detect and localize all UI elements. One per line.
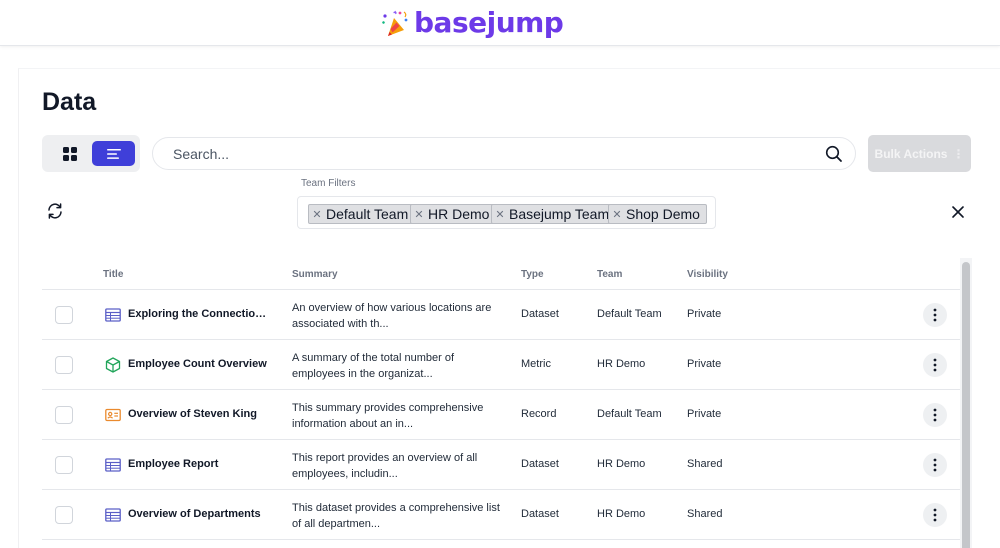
chip-label: HR Demo [428, 206, 490, 222]
team-filters-label: Team Filters [301, 178, 356, 189]
row-title[interactable]: Exploring the Connection... [128, 308, 270, 320]
more-vertical-icon: ⋮ [952, 146, 965, 161]
cube-icon [105, 357, 121, 373]
table-row[interactable]: Employee Report This report provides an … [42, 440, 960, 490]
refresh-icon [48, 203, 62, 219]
row-summary: This summary provides comprehensive info… [292, 402, 484, 430]
row-title[interactable]: Employee Count Overview [128, 358, 270, 370]
row-summary: A summary of the total number of employe… [292, 352, 455, 380]
brand-logo[interactable]: basejump [378, 5, 564, 41]
row-summary: This dataset provides a comprehensive li… [292, 502, 500, 530]
grid-view-button[interactable] [54, 144, 86, 164]
table-icon [105, 307, 121, 323]
table-row[interactable]: Overview of Departments This dataset pro… [42, 490, 960, 540]
team-filter-chip: ✕ Default Team [308, 204, 416, 224]
id-card-icon [105, 407, 121, 423]
team-filter-chip: ✕ Basejump Team [491, 204, 617, 224]
team-filter-chip: ✕ HR Demo [410, 204, 497, 224]
column-header-visibility[interactable]: Visibility [687, 269, 728, 280]
close-icon [952, 206, 964, 218]
view-toggle [42, 135, 140, 172]
row-visibility: Private [687, 358, 722, 370]
table-scrollbar[interactable] [960, 258, 972, 548]
chip-label: Default Team [326, 206, 409, 222]
team-filter-select[interactable]: ✕ Default Team ✕ HR Demo ✕ Basejump Team… [297, 196, 716, 229]
more-vertical-icon [933, 358, 937, 372]
row-team: Default Team [597, 308, 662, 320]
row-menu-button[interactable] [923, 353, 947, 377]
party-popper-icon [378, 8, 412, 38]
row-type: Record [521, 408, 557, 420]
brand-name: basejump [414, 6, 564, 39]
row-type: Metric [521, 358, 551, 370]
remove-chip-icon[interactable]: ✕ [609, 208, 625, 221]
top-bar: basejump [0, 0, 1000, 46]
bulk-actions-button[interactable]: Bulk Actions ⋮ [868, 135, 971, 172]
column-header-type[interactable]: Type [521, 269, 544, 280]
row-team: HR Demo [597, 508, 646, 520]
row-visibility: Shared [687, 458, 723, 470]
remove-chip-icon[interactable]: ✕ [309, 208, 325, 221]
table-icon [105, 457, 121, 473]
list-view-button[interactable] [92, 141, 135, 166]
more-vertical-icon [933, 458, 937, 472]
row-summary: This report provides an overview of all … [292, 452, 478, 480]
grid-icon [63, 147, 77, 161]
row-type: Dataset [521, 508, 559, 520]
scrollbar-thumb[interactable] [962, 262, 970, 548]
row-visibility: Private [687, 408, 722, 420]
chip-label: Shop Demo [626, 206, 700, 222]
row-team: HR Demo [597, 358, 646, 370]
row-summary: An overview of how various locations are… [292, 302, 492, 330]
row-type: Dataset [521, 308, 559, 320]
row-visibility: Shared [687, 508, 723, 520]
column-header-title[interactable]: Title [103, 269, 123, 280]
row-menu-button[interactable] [923, 403, 947, 427]
remove-chip-icon[interactable]: ✕ [411, 208, 427, 221]
row-checkbox[interactable] [55, 406, 73, 424]
remove-chip-icon[interactable]: ✕ [492, 208, 508, 221]
row-checkbox[interactable] [55, 456, 73, 474]
search-input[interactable] [173, 145, 793, 163]
search-icon[interactable] [825, 145, 843, 168]
row-type: Dataset [521, 458, 559, 470]
row-menu-button[interactable] [923, 453, 947, 477]
row-checkbox[interactable] [55, 356, 73, 374]
bulk-actions-label: Bulk Actions [874, 146, 948, 161]
page-title: Data [42, 88, 97, 116]
row-visibility: Private [687, 308, 722, 320]
table-icon [105, 507, 121, 523]
row-checkbox[interactable] [55, 306, 73, 324]
row-checkbox[interactable] [55, 506, 73, 524]
search-bar [152, 137, 856, 170]
column-header-summary[interactable]: Summary [292, 269, 338, 280]
more-vertical-icon [933, 508, 937, 522]
row-menu-button[interactable] [923, 303, 947, 327]
row-team: HR Demo [597, 458, 646, 470]
row-menu-button[interactable] [923, 503, 947, 527]
row-title[interactable]: Overview of Departments [128, 508, 270, 520]
more-vertical-icon [933, 408, 937, 422]
table-row[interactable]: Exploring the Connection... An overview … [42, 290, 960, 340]
table-row[interactable]: Overview of Steven King This summary pro… [42, 390, 960, 440]
refresh-button[interactable] [46, 202, 64, 225]
row-title[interactable]: Employee Report [128, 458, 270, 470]
column-header-team[interactable]: Team [597, 269, 622, 280]
more-vertical-icon [933, 308, 937, 322]
row-team: Default Team [597, 408, 662, 420]
chip-label: Basejump Team [509, 206, 610, 222]
list-icon [106, 148, 121, 159]
team-filter-chip: ✕ Shop Demo [608, 204, 707, 224]
close-button[interactable] [950, 204, 966, 225]
row-title[interactable]: Overview of Steven King [128, 408, 270, 420]
table-row[interactable]: Employee Count Overview A summary of the… [42, 340, 960, 390]
